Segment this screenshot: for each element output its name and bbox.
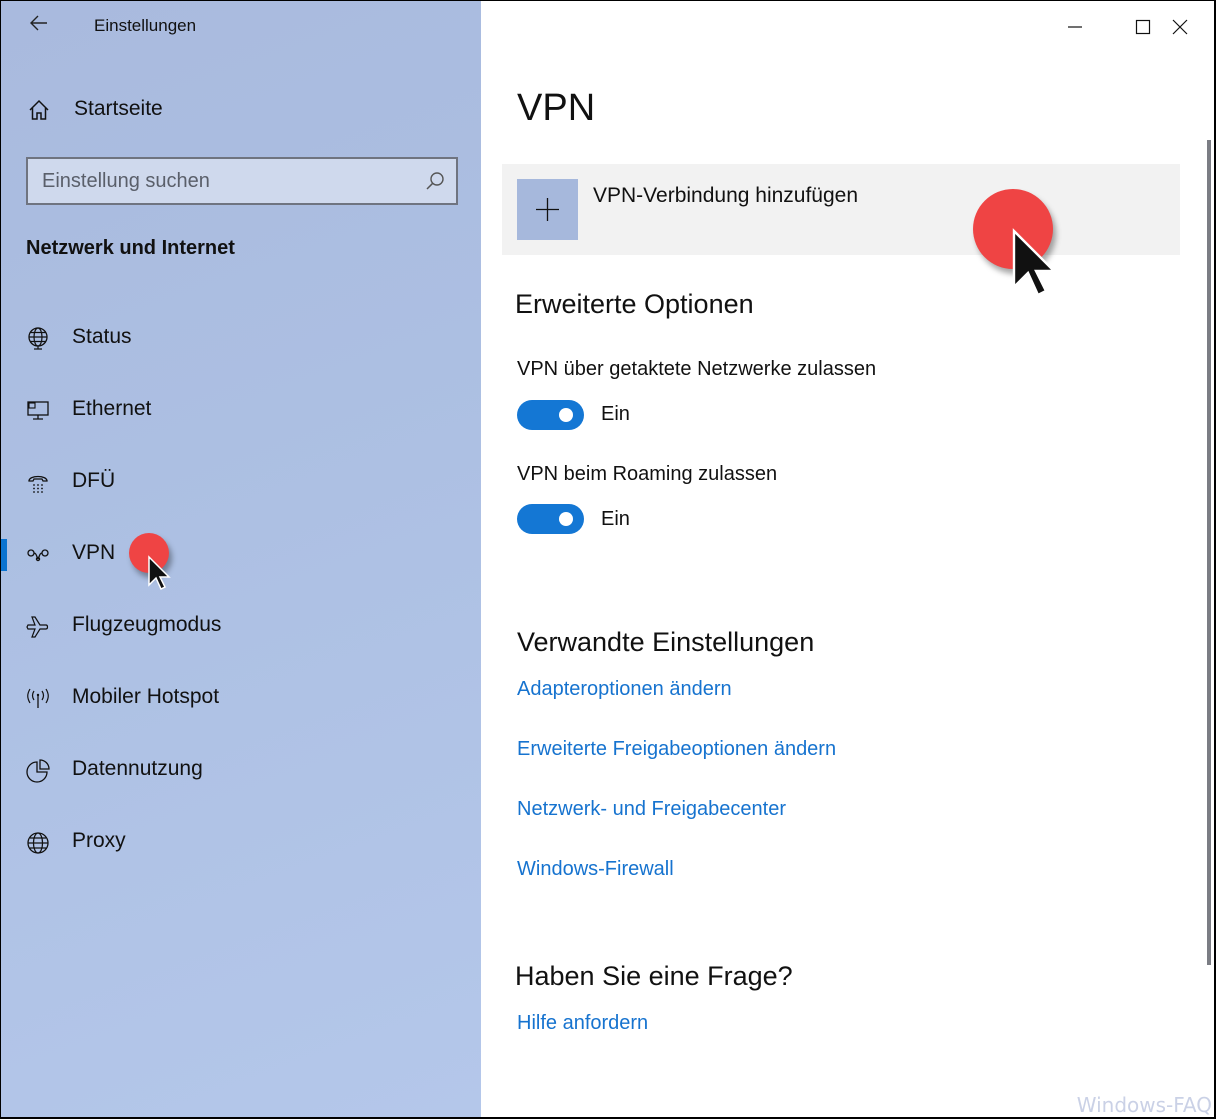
page-title: VPN <box>517 87 596 129</box>
search-input[interactable] <box>42 167 412 195</box>
sidebar-item-label: Mobiler Hotspot <box>72 685 220 708</box>
metered-networks-toggle[interactable] <box>517 400 584 430</box>
minimize-button[interactable] <box>1041 1 1109 53</box>
arrow-left-icon <box>30 15 47 31</box>
sidebar-item-status[interactable]: Status <box>1 311 481 367</box>
roaming-label: VPN beim Roaming zulassen <box>517 463 778 485</box>
globe-monitor-icon <box>28 327 48 350</box>
watermark: Windows-FAQ <box>1076 1093 1212 1117</box>
selection-indicator <box>1 539 7 571</box>
airplane-icon <box>26 616 49 638</box>
advanced-options-heading: Erweiterte Optionen <box>515 289 754 319</box>
sidebar-item-ethernet[interactable]: Ethernet <box>1 383 481 439</box>
hotspot-icon <box>27 688 49 708</box>
sidebar-item-airplane-mode[interactable]: Flugzeugmodus <box>1 599 481 655</box>
add-vpn-connection-button[interactable]: VPN-Verbindung hinzufügen <box>502 164 1180 255</box>
close-button[interactable] <box>1146 1 1214 53</box>
plus-icon <box>536 198 559 221</box>
get-help-link[interactable]: Hilfe anfordern <box>517 1012 648 1035</box>
home-link[interactable]: Startseite <box>74 97 163 121</box>
plus-icon-box <box>517 179 578 240</box>
metered-networks-state: Ein <box>601 403 630 425</box>
adapter-options-link[interactable]: Adapteroptionen ändern <box>517 678 732 701</box>
advanced-sharing-link[interactable]: Erweiterte Freigabeoptionen ändern <box>517 738 836 761</box>
globe-icon <box>27 832 49 854</box>
sidebar: Einstellungen Startseite Netzwerk und In… <box>1 1 481 1117</box>
sidebar-item-label: Status <box>72 325 132 348</box>
metered-networks-label: VPN über getaktete Netzwerke zulassen <box>517 358 877 380</box>
mouse-pointer-icon <box>148 555 171 591</box>
sidebar-item-label: VPN <box>72 541 116 564</box>
sidebar-item-proxy[interactable]: Proxy <box>1 815 481 871</box>
network-sharing-center-link[interactable]: Netzwerk- und Freigabecenter <box>517 798 786 821</box>
ethernet-monitor-icon <box>27 401 49 420</box>
scrollbar[interactable] <box>1207 140 1211 965</box>
roaming-toggle[interactable] <box>517 504 584 534</box>
back-button[interactable] <box>27 11 51 39</box>
question-heading: Haben Sie eine Frage? <box>515 961 793 991</box>
sidebar-item-vpn[interactable]: VPN <box>1 527 481 583</box>
sidebar-item-data-usage[interactable]: Datennutzung <box>1 743 481 799</box>
settings-window: Einstellungen Startseite Netzwerk und In… <box>1 1 1214 1117</box>
windows-firewall-link[interactable]: Windows-Firewall <box>517 858 674 881</box>
pie-chart-icon <box>26 759 50 783</box>
sidebar-item-label: Flugzeugmodus <box>72 613 222 636</box>
app-title: Einstellungen <box>94 16 197 35</box>
toggle-knob <box>559 512 573 526</box>
main-content: VPN VPN-Verbindung hinzufügen Erweiterte… <box>481 1 1214 1117</box>
sidebar-item-dfu[interactable]: DFÜ <box>1 455 481 511</box>
sidebar-item-mobile-hotspot[interactable]: Mobiler Hotspot <box>1 671 481 727</box>
search-box[interactable] <box>26 157 458 205</box>
section-title: Netzwerk und Internet <box>26 237 235 259</box>
search-icon[interactable] <box>424 170 446 192</box>
toggle-knob <box>559 408 573 422</box>
roaming-state: Ein <box>601 508 630 530</box>
sidebar-item-label: Proxy <box>72 829 126 852</box>
sidebar-item-label: DFÜ <box>72 469 116 492</box>
vpn-icon <box>27 549 49 562</box>
add-vpn-label: VPN-Verbindung hinzufügen <box>593 184 859 207</box>
minimize-icon <box>1068 26 1082 28</box>
dialup-phone-icon <box>28 475 48 493</box>
sidebar-item-label: Datennutzung <box>72 757 203 780</box>
sidebar-item-label: Ethernet <box>72 397 152 420</box>
home-icon <box>27 98 51 122</box>
close-icon <box>1172 19 1188 35</box>
related-settings-heading: Verwandte Einstellungen <box>517 627 815 657</box>
mouse-pointer-icon <box>1012 228 1057 297</box>
